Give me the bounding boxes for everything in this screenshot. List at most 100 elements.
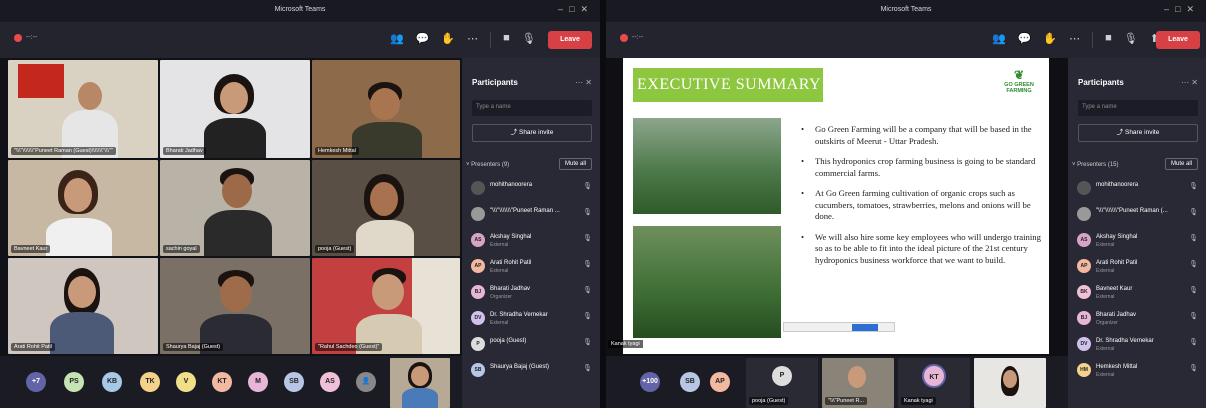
participant-search-input[interactable]: Type a name <box>472 100 592 116</box>
avatar <box>471 207 485 221</box>
participant-avatar[interactable]: PS <box>64 372 84 392</box>
participant-tile[interactable]: P pooja (Guest) <box>746 358 818 408</box>
leave-button[interactable]: Leave <box>548 31 592 49</box>
list-item[interactable]: "\\\"\\\\\\\"Puneet Raman (... 🎙 <box>1074 204 1202 230</box>
leave-button[interactable]: Leave <box>1156 31 1200 49</box>
share-invite-button[interactable]: ⤴ Share invite <box>1078 124 1198 142</box>
more-icon[interactable]: ⋯ <box>1069 32 1080 48</box>
list-item[interactable]: DV Dr. Shradha Vernekar External 🎙 <box>468 308 596 334</box>
camera-icon[interactable]: ■ <box>503 32 510 48</box>
list-item[interactable]: AP Arati Rohit Patil External 🎙 <box>1074 256 1202 282</box>
participant-avatar[interactable]: KT <box>212 372 232 392</box>
video-tile[interactable]: Shaurya Bajaj (Guest) <box>160 258 310 354</box>
chat-icon[interactable]: 💬 <box>416 32 430 48</box>
mic-off-icon: 🎙 <box>1189 235 1198 242</box>
list-item[interactable]: "\\\"\\\\\\\"Puneet Raman ... 🎙 <box>468 204 596 230</box>
window-title: Microsoft Teams <box>880 6 932 13</box>
list-item[interactable]: HM Hemkesh Mittal External 🎙 <box>1074 360 1202 386</box>
participant-avatar[interactable]: AP <box>710 372 730 392</box>
teams-window-right: Microsoft Teams –□✕ --:-- 👥 💬 ✋ ⋯ ■ 🎙 ⬆ … <box>606 0 1206 408</box>
more-participants-button[interactable]: +100 <box>640 372 660 392</box>
person-icon[interactable]: 👤 <box>356 372 376 392</box>
mic-off-icon: 🎙 <box>583 235 592 242</box>
participant-avatar[interactable]: M <box>248 372 268 392</box>
list-item[interactable]: AP Arati Rohit Patil External 🎙 <box>468 256 596 282</box>
panel-title: Participants <box>472 78 518 87</box>
participant-tile[interactable]: "\\\"Puneet R... <box>822 358 894 408</box>
mic-icon: 🎙 <box>583 287 592 294</box>
video-tile[interactable]: sachin goyal <box>160 160 310 256</box>
mic-off-icon: 🎙 <box>583 365 592 372</box>
participant-name: "Rahul Sachdeo (Guest)" <box>315 343 383 351</box>
list-item[interactable]: Ppooja (Guest) 🎙 <box>468 334 596 360</box>
avatar: SB <box>471 363 485 377</box>
reactions-icon[interactable]: ✋ <box>1043 32 1057 48</box>
presentation-notification[interactable] <box>783 322 895 332</box>
presenters-section[interactable]: ˅ Presenters (9) <box>466 162 509 168</box>
list-item[interactable]: BJ Bharati Jadhav Organizer 🎙 <box>1074 308 1202 334</box>
mic-off-icon: 🎙 <box>583 261 592 268</box>
avatar: P <box>471 337 485 351</box>
titlebar: Microsoft Teams –□✕ <box>0 0 600 22</box>
list-item[interactable]: mohithanoorera 🎙 <box>1074 178 1202 204</box>
hydroponics-photo <box>633 226 781 338</box>
mic-off-icon[interactable]: 🎙 <box>1124 32 1138 48</box>
avatar <box>471 181 485 195</box>
panel-close-icon[interactable]: ⋯ ✕ <box>575 78 592 87</box>
participant-avatar[interactable]: KB <box>102 372 122 392</box>
participant-name: "\\\"\\\\\\\"Puneet Raman (Guest)\\\\\\\… <box>11 147 116 155</box>
participant-avatar[interactable]: AS <box>320 372 340 392</box>
video-tile[interactable]: "\\\"\\\\\\\"Puneet Raman (Guest)\\\\\\\… <box>8 60 158 158</box>
go-green-logo: ❦ GO GREEN FARMING <box>999 68 1039 94</box>
mic-off-icon: 🎙 <box>583 313 592 320</box>
video-tile[interactable]: "Rahul Sachdeo (Guest)" <box>312 258 460 354</box>
list-item[interactable]: BJ Bharati Jadhav Organizer 🎙 <box>468 282 596 308</box>
share-icon: ⤴ <box>1116 129 1125 136</box>
video-tile[interactable]: Arati Rohit Patil <box>8 258 158 354</box>
mute-all-button[interactable]: Mute all <box>1164 158 1198 170</box>
camera-off-icon[interactable]: ■ <box>1105 32 1112 48</box>
panel-close-icon[interactable]: ⋯ ✕ <box>1181 78 1198 87</box>
toolbar-icons: 👥 💬 ✋ ⋯ ■ 🎙 ⬆ <box>992 32 1159 48</box>
avatar: DV <box>471 311 485 325</box>
participant-avatar[interactable]: SB <box>284 372 304 392</box>
participants-icon[interactable]: 👥 <box>390 32 404 48</box>
participants-icon[interactable]: 👥 <box>992 32 1006 48</box>
participant-avatar[interactable]: V <box>176 372 196 392</box>
presenters-section[interactable]: ˅ Presenters (15) <box>1072 162 1119 168</box>
mic-off-icon[interactable]: 🎙 <box>522 32 536 48</box>
reactions-icon[interactable]: ✋ <box>441 32 455 48</box>
mute-all-button[interactable]: Mute all <box>558 158 592 170</box>
more-icon[interactable]: ⋯ <box>467 32 478 48</box>
share-invite-button[interactable]: ⤴ Share invite <box>472 124 592 142</box>
participant-search-input[interactable]: Type a name <box>1078 100 1198 116</box>
window-controls[interactable]: –□✕ <box>558 4 594 15</box>
self-preview[interactable] <box>390 358 450 408</box>
chat-icon[interactable]: 💬 <box>1018 32 1032 48</box>
video-tile[interactable]: Bharati Jadhav <box>160 60 310 158</box>
list-item[interactable]: BK Bavneet Kaur External 🎙 <box>1074 282 1202 308</box>
video-tile[interactable]: Hemkesh Mittal <box>312 60 460 158</box>
list-item[interactable]: AS Akshay Singhal External 🎙 <box>468 230 596 256</box>
participant-avatar[interactable]: SB <box>680 372 700 392</box>
mic-off-icon: 🎙 <box>1189 261 1198 268</box>
shared-slide: EXECUTIVE SUMMARY ❦ GO GREEN FARMING Go … <box>606 58 1068 358</box>
list-item[interactable]: mohithanoorera 🎙 <box>468 178 596 204</box>
list-item[interactable]: SB Shaurya Bajaj (Guest) 🎙 <box>468 360 596 386</box>
meeting-timer: --:-- <box>632 34 644 41</box>
shared-content-stage: EXECUTIVE SUMMARY ❦ GO GREEN FARMING Go … <box>606 58 1068 408</box>
notification-button[interactable] <box>852 324 878 331</box>
video-tile[interactable]: pooja (Guest) <box>312 160 460 256</box>
overflow-strip: +100 SB AP P pooja (Guest) "\\\"Puneet R… <box>606 356 1068 408</box>
participant-avatar[interactable]: TK <box>140 372 160 392</box>
slide-title: EXECUTIVE SUMMARY <box>637 76 822 93</box>
more-participants-button[interactable]: +7 <box>26 372 46 392</box>
participant-tile[interactable]: KT Kanak tyagi <box>898 358 970 408</box>
toolbar-icons: 👥 💬 ✋ ⋯ ■ 🎙 ⬆ <box>390 32 557 48</box>
list-item[interactable]: DV Dr. Shradha Vernekar External 🎙 <box>1074 334 1202 360</box>
video-tile[interactable]: Bavneet Kaur <box>8 160 158 256</box>
participant-tile[interactable] <box>974 358 1046 408</box>
participants-panel: Participants ⋯ ✕ Type a name ⤴ Share inv… <box>1068 58 1206 408</box>
list-item[interactable]: AS Akshay Singhal External 🎙 <box>1074 230 1202 256</box>
window-controls[interactable]: –□✕ <box>1164 4 1200 15</box>
